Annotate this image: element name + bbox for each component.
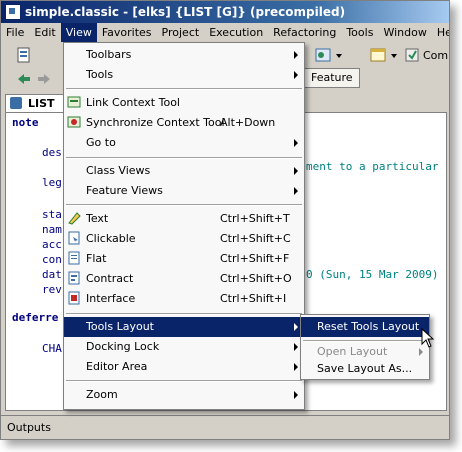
menu-project[interactable]: Project [157,23,205,42]
compile-icon[interactable] [403,46,421,64]
app-icon [5,4,21,20]
tab-label: LIST [28,97,55,110]
menu-item-clickable[interactable]: Clickable Ctrl+Shift+C [64,229,304,249]
submenu-arrow-icon [294,391,298,399]
outputs-label[interactable]: Outputs [7,421,51,434]
contract-view-icon [68,271,80,285]
menu-item-docking-lock[interactable]: Docking Lock [64,337,304,357]
menu-item-editor-area[interactable]: Editor Area [64,357,304,377]
link-context-icon [67,96,81,108]
menu-item-link-context-tool[interactable]: Link Context Tool [64,93,304,113]
menu-item-tools-layout[interactable]: Tools Layout [64,317,304,337]
submenu-arrow-icon [294,139,298,147]
menu-item-feature-views[interactable]: Feature Views [64,181,304,201]
tools-layout-submenu: Reset Tools Layout Open Layout Save Layo… [300,314,430,380]
view-menu: Toolbars Tools Link Context Tool Synchro… [63,42,305,410]
menu-edit[interactable]: Edit [29,23,60,42]
menu-refactoring[interactable]: Refactoring [268,23,341,42]
code-fragment: con [42,253,62,266]
menu-favorites[interactable]: Favorites [97,23,157,42]
compile-label[interactable]: Comp [423,49,449,62]
code-fragment: rev [42,283,62,296]
code-fragment: acc [42,238,62,251]
code-class-name: CHA [42,342,62,355]
code-fragment: leg [42,176,62,189]
code-fragment: sta [42,208,62,221]
submenu-arrow-icon [294,363,298,371]
menu-item-interface[interactable]: Interface Ctrl+Shift+I [64,289,304,309]
code-comment: ment to a particular [306,160,439,173]
menu-separator [66,313,302,315]
code-date: 0 (Sun, 15 Mar 2009) [306,268,439,281]
window-title: simple.classic - [elks] {LIST [G]} (prec… [25,5,346,19]
menu-item-zoom[interactable]: Zoom [64,385,304,405]
code-fragment: dat [42,268,62,281]
clickable-view-icon [68,231,80,245]
dropdown-arrow-icon[interactable] [334,46,352,64]
new-class-icon[interactable] [15,46,33,64]
menu-item-synchronize-context-tool[interactable]: Synchronize Context Tool Alt+Down [64,113,304,133]
class-icon [10,97,22,109]
window-icon[interactable] [369,46,387,64]
diagram-icon[interactable] [314,46,332,64]
menu-item-text[interactable]: Text Ctrl+Shift+T [64,209,304,229]
forward-icon[interactable] [35,70,53,88]
feature-tab[interactable]: Feature [304,68,360,88]
code-fragment: des [42,146,62,159]
menu-item-go-to[interactable]: Go to [64,133,304,153]
flat-view-icon [68,251,80,265]
menu-help[interactable]: Help [432,23,449,42]
submenu-arrow-icon [294,167,298,175]
back-icon[interactable] [15,70,33,88]
menu-separator [66,88,302,90]
menu-item-tools[interactable]: Tools [64,65,304,85]
menu-view[interactable]: View [60,23,97,42]
mouse-cursor-icon [421,328,435,348]
menu-execution[interactable]: Execution [204,23,268,42]
menu-item-contract[interactable]: Contract Ctrl+Shift+O [64,269,304,289]
menu-window[interactable]: Window [378,23,431,42]
title-bar[interactable]: simple.classic - [elks] {LIST [G]} (prec… [1,1,449,23]
submenu-arrow-icon [294,71,298,79]
interface-view-icon [68,291,80,305]
code-keyword-note: note [12,116,39,129]
submenu-arrow-icon [294,187,298,195]
menu-bar: File Edit View Favorites Project Executi… [1,23,449,42]
menu-item-flat[interactable]: Flat Ctrl+Shift+F [64,249,304,269]
menu-file[interactable]: File [1,23,29,42]
text-view-icon [68,212,81,225]
submenu-arrow-icon [419,348,423,356]
application-window: simple.classic - [elks] {LIST [G]} (prec… [0,0,450,440]
submenu-arrow-icon [294,51,298,59]
menu-item-class-views[interactable]: Class Views [64,161,304,181]
menu-item-save-layout-as[interactable]: Save Layout As... [301,359,429,379]
code-fragment: nam [42,223,62,236]
menu-item-toolbars[interactable]: Toolbars [64,45,304,65]
submenu-arrow-icon [294,343,298,351]
synchronize-icon [67,116,81,128]
menu-separator [66,380,302,382]
outputs-panel: Outputs [1,415,449,439]
menu-separator [66,157,302,159]
menu-item-reset-tools-layout[interactable]: Reset Tools Layout [301,317,429,337]
submenu-arrow-icon [294,323,298,331]
menu-separator [66,204,302,206]
menu-tools[interactable]: Tools [341,23,378,42]
code-keyword-deferred: deferre [12,311,59,324]
